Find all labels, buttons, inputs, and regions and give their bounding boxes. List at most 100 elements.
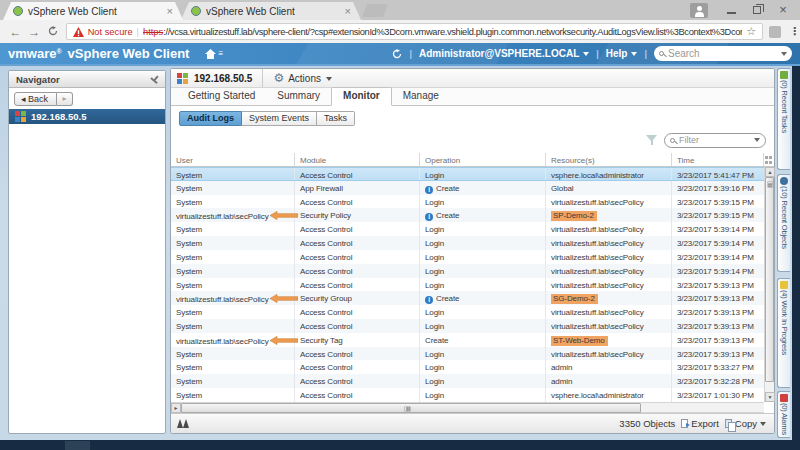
url-text: ://vcsa.virtualizestuff.lab/vsphere-clie… [163,27,742,37]
find-icon[interactable] [177,419,189,428]
tab-getting-started[interactable]: Getting Started [177,88,266,105]
table-row[interactable]: System Access Control iLogin virtualizes… [171,236,764,250]
table-row[interactable]: System Access Control iLogin virtualizes… [171,278,764,292]
scrollbar-thumb[interactable] [181,403,641,413]
table-row[interactable]: System Access Control iLogin virtualizes… [171,305,764,319]
bookmark-star-icon[interactable]: ☆ [746,25,756,38]
nav-item-vcenter[interactable]: 192.168.50.5 [9,109,165,124]
scrollbar-thumb[interactable] [765,177,774,382]
home-icon[interactable]: ≡ [205,49,223,59]
vsphere-favicon-icon [191,6,201,16]
vertical-scrollbar[interactable]: ▲ ▼ [764,167,774,402]
sidebar-tab-work-in-progress[interactable]: (4) Work In Progress [777,278,790,388]
column-header-resources[interactable]: Resource(s) [546,153,672,166]
tab-title: vSphere Web Client [28,6,162,17]
info-icon: i [425,296,433,304]
tab-monitor[interactable]: Monitor [331,87,392,106]
vmware-logo: vmware® [8,46,62,61]
subtab-system-events[interactable]: System Events [242,111,317,126]
column-options-icon[interactable] [764,154,773,166]
tab-manage[interactable]: Manage [392,88,450,105]
profile-avatar-icon[interactable] [690,3,708,18]
tab-close-icon[interactable]: × [345,6,351,17]
horizontal-scrollbar[interactable]: ◄ ► [171,402,764,413]
sidebar-tab-alarms[interactable]: (0) Alarms [777,391,790,438]
annotation-arrow-icon [270,211,298,220]
table-row[interactable]: virtualizestuff.lab\secPolicy Security T… [171,333,764,347]
actions-button[interactable]: Actions [288,73,332,84]
nav-back-button[interactable]: ◂ Back [14,92,57,106]
export-icon [681,419,688,428]
table-row[interactable]: System Access Control iLogin vsphere.loc… [171,167,764,181]
table-row[interactable]: System Access Control iLogin virtualizes… [171,195,764,209]
grid-footer: 3350 Objects Export Copy [171,413,774,433]
table-row[interactable]: System Access Control iLogin virtualizes… [171,264,764,278]
column-header-user[interactable]: User [171,153,295,166]
subtab-audit-logs[interactable]: Audit Logs [179,111,242,126]
table-row[interactable]: System Access Control iLogin admin 3/23/… [171,374,764,388]
audit-table-body: System Access Control iLogin vsphere.loc… [171,167,764,402]
close-button[interactable]: × [770,2,796,18]
browser-tab-inactive[interactable]: vSphere Web Client × [181,2,361,20]
browser-menu-icon[interactable]: ⋮ [789,25,800,38]
refresh-icon[interactable] [392,49,402,59]
export-button[interactable]: Export [681,418,718,429]
tab-summary[interactable]: Summary [266,88,331,105]
search-icon [670,138,675,143]
table-row[interactable]: virtualizestuff.lab\secPolicy Security G… [171,291,764,305]
column-header-time[interactable]: Time [672,153,764,166]
nav-forward-button[interactable]: ▸ [57,92,73,106]
table-row[interactable]: System Access Control iLogin virtualizes… [171,347,764,361]
navigator-title: Navigator [9,71,165,88]
back-icon[interactable]: ← [6,25,25,39]
column-header-module[interactable]: Module [295,153,420,166]
omnibox[interactable]: Not secure | https ://vcsa.virtualizestu… [66,23,763,40]
not-secure-label[interactable]: Not secure [88,27,133,37]
copy-icon [725,419,732,428]
global-search-input[interactable]: Search [654,46,792,61]
main-panel: 192.168.50.5 ⚙ Actions Getting Started S… [170,68,775,434]
pin-icon[interactable] [149,73,161,85]
maximize-button[interactable] [744,2,770,18]
sidebar-tab-recent-tasks[interactable]: (0) Recent Tasks [777,68,790,170]
vcenter-icon [15,111,26,122]
browser-tab-active[interactable]: vSphere Web Client × [3,2,183,20]
forward-icon[interactable]: → [25,25,44,39]
table-row[interactable]: System Access Control iLogin admin 3/23/… [171,360,764,374]
reload-icon[interactable] [44,25,63,39]
filter-input[interactable]: Filter [664,133,766,148]
table-row[interactable]: System Access Control iLogin virtualizes… [171,319,764,333]
sidebar-tab-recent-objects[interactable]: (10) Recent Objects [777,174,790,272]
sidebar-tab-icon [780,281,788,289]
warning-icon [73,27,84,37]
table-row[interactable]: System Access Control iLogin vsphere.loc… [171,388,764,402]
search-icon [659,51,664,56]
annotation-arrow-icon [270,336,298,345]
chevron-down-icon[interactable] [781,52,787,56]
object-title: 192.168.50.5 [194,73,252,84]
minimize-button[interactable] [718,2,744,18]
table-row[interactable]: System App Firewall iCreate Global 3/23/… [171,181,764,195]
copy-button[interactable]: Copy [725,418,766,429]
tab-bar: Getting Started Summary Monitor Manage [171,88,774,106]
subtab-tasks[interactable]: Tasks [317,111,355,126]
chevron-down-icon [326,77,332,81]
chevron-down-icon [583,52,589,56]
table-row[interactable]: System Access Control iLogin virtualizes… [171,222,764,236]
chevron-down-icon[interactable] [754,138,760,142]
scroll-right-icon[interactable]: ► [171,403,181,413]
user-menu[interactable]: Administrator@VSPHERE.LOCAL [419,48,589,59]
table-row[interactable]: virtualizestuff.lab\secPolicy Security P… [171,208,764,222]
product-title: vSphere Web Client [68,46,190,61]
column-header-operation[interactable]: Operation [420,153,546,166]
scroll-down-icon[interactable]: ▼ [765,392,775,402]
filter-funnel-icon[interactable] [646,135,657,145]
tab-close-icon[interactable]: × [167,6,173,17]
subtab-bar: Audit Logs System Events Tasks [179,111,355,126]
scroll-up-icon[interactable]: ▲ [765,167,775,177]
help-menu[interactable]: Help [606,48,638,59]
vsphere-favicon-icon [13,6,23,16]
table-row[interactable]: System Access Control iLogin virtualizes… [171,250,764,264]
extension-icon[interactable] [769,26,781,38]
new-tab-button[interactable] [362,4,388,17]
